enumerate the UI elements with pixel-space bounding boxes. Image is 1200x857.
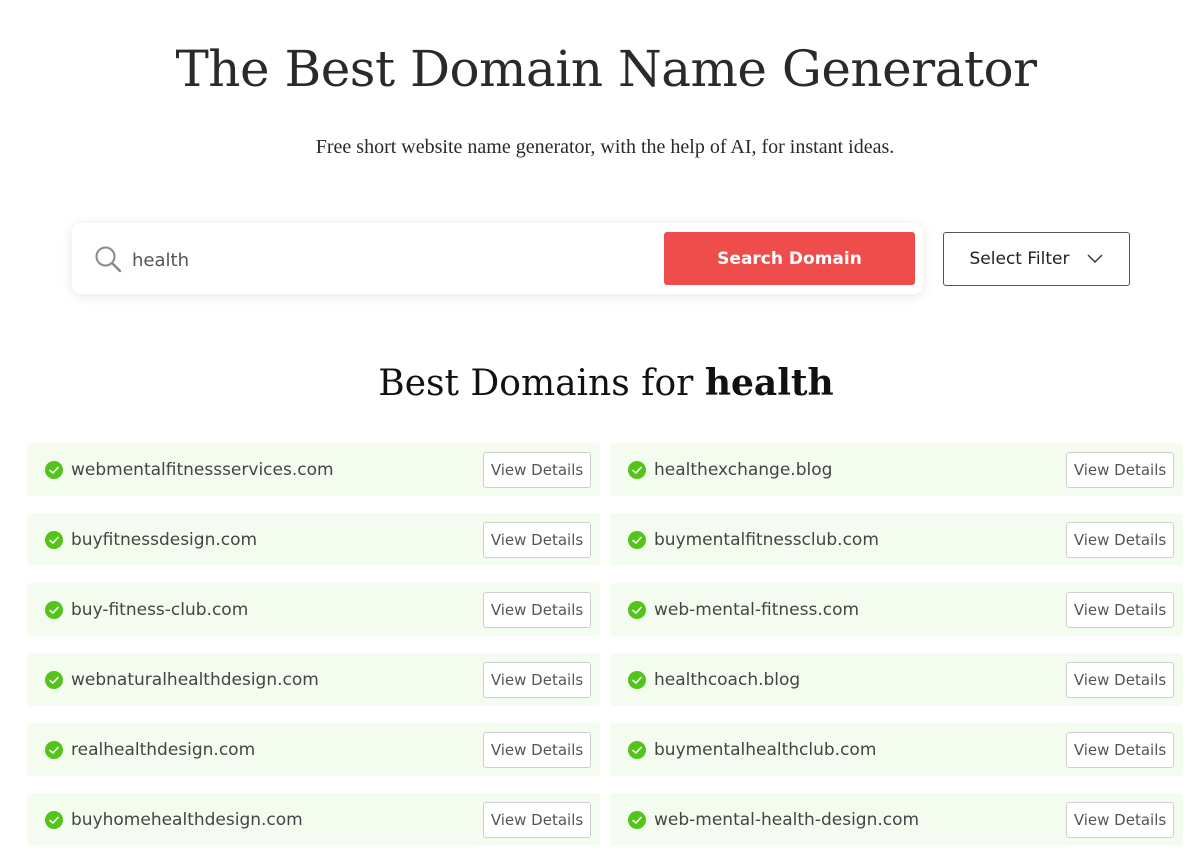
search-domain-button[interactable]: Search Domain bbox=[664, 232, 915, 285]
results-heading: Best Domains for health bbox=[0, 362, 1200, 404]
domain-results-grid: webmentalfitnessservices.com View Details… bbox=[27, 443, 1183, 846]
check-circle-icon bbox=[45, 810, 63, 829]
view-details-button[interactable]: View Details bbox=[1066, 592, 1174, 628]
select-filter-label: Select Filter bbox=[969, 249, 1070, 269]
check-circle-icon bbox=[45, 460, 63, 479]
domain-name: buymentalfitnessclub.com bbox=[654, 529, 879, 550]
view-details-button[interactable]: View Details bbox=[483, 522, 591, 558]
domain-result-card: healthexchange.blog View Details bbox=[610, 443, 1183, 496]
check-circle-icon bbox=[628, 530, 646, 549]
results-heading-prefix: Best Domains for bbox=[378, 363, 705, 404]
domain-name: webmentalfitnessservices.com bbox=[71, 459, 334, 480]
page-subtitle: Free short website name generator, with … bbox=[315, 136, 895, 158]
domain-name: buyhomehealthdesign.com bbox=[71, 809, 303, 830]
domain-result-card: web-mental-health-design.com View Details bbox=[610, 793, 1183, 846]
domain-name: web-mental-fitness.com bbox=[654, 599, 860, 620]
domain-name: buyfitnessdesign.com bbox=[71, 529, 258, 550]
domain-result-card: buymentalfitnessclub.com View Details bbox=[610, 513, 1183, 566]
results-heading-keyword: health bbox=[704, 362, 834, 404]
view-details-button[interactable]: View Details bbox=[1066, 802, 1174, 838]
domain-result-card: buyhomehealthdesign.com View Details bbox=[27, 793, 600, 846]
domain-name: healthcoach.blog bbox=[654, 669, 801, 690]
domain-result-card: buymentalhealthclub.com View Details bbox=[610, 723, 1183, 776]
domain-result-card: realhealthdesign.com View Details bbox=[27, 723, 600, 776]
view-details-button[interactable]: View Details bbox=[483, 802, 591, 838]
domain-result-card: web-mental-fitness.com View Details bbox=[610, 583, 1183, 636]
check-circle-icon bbox=[45, 530, 63, 549]
check-circle-icon bbox=[628, 740, 646, 759]
select-filter-dropdown[interactable]: Select Filter bbox=[943, 232, 1130, 286]
page-title: The Best Domain Name Generator bbox=[175, 40, 1037, 98]
domain-name: web-mental-health-design.com bbox=[654, 809, 920, 830]
view-details-button[interactable]: View Details bbox=[1066, 732, 1174, 768]
domain-result-card: webnaturalhealthdesign.com View Details bbox=[27, 653, 600, 706]
domain-result-card: healthcoach.blog View Details bbox=[610, 653, 1183, 706]
domain-result-card: buyfitnessdesign.com View Details bbox=[27, 513, 600, 566]
search-bar: Search Domain bbox=[72, 223, 923, 294]
domain-name: buymentalhealthclub.com bbox=[654, 739, 877, 760]
check-circle-icon bbox=[628, 460, 646, 479]
view-details-button[interactable]: View Details bbox=[1066, 522, 1174, 558]
check-circle-icon bbox=[45, 740, 63, 759]
check-circle-icon bbox=[45, 600, 63, 619]
domain-name: realhealthdesign.com bbox=[71, 739, 256, 760]
search-icon bbox=[95, 246, 122, 273]
view-details-button[interactable]: View Details bbox=[483, 592, 591, 628]
domain-name: webnaturalhealthdesign.com bbox=[71, 669, 319, 690]
domain-result-card: webmentalfitnessservices.com View Details bbox=[27, 443, 600, 496]
view-details-button[interactable]: View Details bbox=[1066, 452, 1174, 488]
check-circle-icon bbox=[45, 670, 63, 689]
domain-name: healthexchange.blog bbox=[654, 459, 833, 480]
view-details-button[interactable]: View Details bbox=[483, 662, 591, 698]
domain-name: buy-fitness-club.com bbox=[71, 599, 249, 620]
check-circle-icon bbox=[628, 810, 646, 829]
view-details-button[interactable]: View Details bbox=[1066, 662, 1174, 698]
chevron-down-icon bbox=[1087, 254, 1103, 263]
search-input[interactable] bbox=[130, 243, 654, 277]
view-details-button[interactable]: View Details bbox=[483, 452, 591, 488]
check-circle-icon bbox=[628, 600, 646, 619]
check-circle-icon bbox=[628, 670, 646, 689]
domain-result-card: buy-fitness-club.com View Details bbox=[27, 583, 600, 636]
view-details-button[interactable]: View Details bbox=[483, 732, 591, 768]
